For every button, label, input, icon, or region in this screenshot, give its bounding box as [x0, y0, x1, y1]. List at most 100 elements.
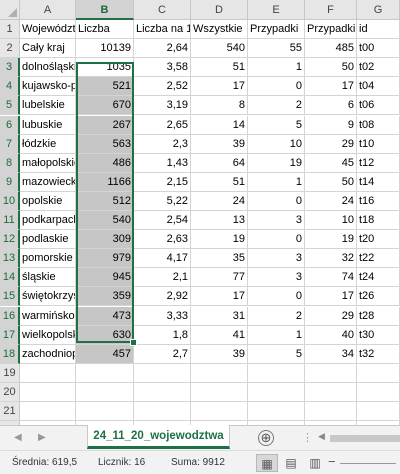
horizontal-scrollbar[interactable]: ◀ [316, 431, 400, 443]
cell-g20[interactable] [357, 383, 400, 402]
cell-d20[interactable] [191, 383, 248, 402]
cell-b11[interactable]: 540 [76, 211, 134, 230]
row-header-1[interactable]: 1 [0, 20, 20, 39]
row-header-8[interactable]: 8 [0, 154, 20, 173]
cell-f14[interactable]: 74 [305, 268, 357, 287]
cell-c11[interactable]: 2,54 [134, 211, 191, 230]
column-header-e[interactable]: E [248, 0, 305, 20]
cell-a7[interactable]: łódzkie [20, 135, 76, 154]
cell-e3[interactable]: 1 [248, 58, 305, 77]
page-layout-view-icon[interactable]: ▤ [280, 454, 302, 472]
cell-g10[interactable]: t16 [357, 192, 400, 211]
cell-a21[interactable] [20, 402, 76, 421]
cell-b5[interactable]: 670 [76, 96, 134, 115]
cell-c10[interactable]: 5,22 [134, 192, 191, 211]
cell-e19[interactable] [248, 364, 305, 383]
cell-d8[interactable]: 64 [191, 154, 248, 173]
cell-d19[interactable] [191, 364, 248, 383]
row-header-2[interactable]: 2 [0, 39, 20, 58]
cell-b6[interactable]: 267 [76, 116, 134, 135]
cell-a1[interactable]: Województwo [20, 20, 76, 39]
cell-g3[interactable]: t02 [357, 58, 400, 77]
cell-b9[interactable]: 1166 [76, 173, 134, 192]
cell-f2[interactable]: 485 [305, 39, 357, 58]
cell-f11[interactable]: 10 [305, 211, 357, 230]
cell-c6[interactable]: 2,65 [134, 116, 191, 135]
sheet-tab-active[interactable]: 24_11_20_wojewodztwa [87, 425, 230, 449]
cell-e10[interactable]: 0 [248, 192, 305, 211]
cell-e5[interactable]: 2 [248, 96, 305, 115]
next-sheet-icon[interactable]: ▶ [38, 432, 46, 443]
cell-d9[interactable]: 51 [191, 173, 248, 192]
cell-e8[interactable]: 19 [248, 154, 305, 173]
row-header-16[interactable]: 16 [0, 307, 20, 326]
cell-c12[interactable]: 2,63 [134, 230, 191, 249]
cell-a20[interactable] [20, 383, 76, 402]
cell-f12[interactable]: 19 [305, 230, 357, 249]
cell-c15[interactable]: 2,92 [134, 287, 191, 306]
cell-d16[interactable]: 31 [191, 307, 248, 326]
row-header-10[interactable]: 10 [0, 192, 20, 211]
row-header-13[interactable]: 13 [0, 249, 20, 268]
spreadsheet-grid[interactable]: ABCDEFG1WojewództwoLiczbaLiczba na 10 ty… [0, 0, 400, 425]
cell-d10[interactable]: 24 [191, 192, 248, 211]
cell-e17[interactable]: 1 [248, 326, 305, 345]
cell-d1[interactable]: Wszystkie [191, 20, 248, 39]
cell-g12[interactable]: t20 [357, 230, 400, 249]
cell-f5[interactable]: 6 [305, 96, 357, 115]
row-header-4[interactable]: 4 [0, 77, 20, 96]
cell-e1[interactable]: Przypadki [248, 20, 305, 39]
cell-e13[interactable]: 3 [248, 249, 305, 268]
cell-g4[interactable]: t04 [357, 77, 400, 96]
cell-e2[interactable]: 55 [248, 39, 305, 58]
cell-c1[interactable]: Liczba na 10 tys. [134, 20, 191, 39]
tab-split-handle-icon[interactable]: ⋮ [302, 431, 313, 444]
column-header-d[interactable]: D [191, 0, 248, 20]
row-header-21[interactable]: 21 [0, 402, 20, 421]
cell-b15[interactable]: 359 [76, 287, 134, 306]
cell-c7[interactable]: 2,3 [134, 135, 191, 154]
cell-a6[interactable]: lubuskie [20, 116, 76, 135]
cell-a13[interactable]: pomorskie [20, 249, 76, 268]
cell-c20[interactable] [134, 383, 191, 402]
cell-f16[interactable]: 29 [305, 307, 357, 326]
select-all-corner[interactable] [0, 0, 20, 20]
cell-a14[interactable]: śląskie [20, 268, 76, 287]
cell-e20[interactable] [248, 383, 305, 402]
row-header-12[interactable]: 12 [0, 230, 20, 249]
cell-c13[interactable]: 4,17 [134, 249, 191, 268]
cell-c21[interactable] [134, 402, 191, 421]
cell-e11[interactable]: 3 [248, 211, 305, 230]
cell-c2[interactable]: 2,64 [134, 39, 191, 58]
cell-f19[interactable] [305, 364, 357, 383]
cell-b21[interactable] [76, 402, 134, 421]
cell-d12[interactable]: 19 [191, 230, 248, 249]
cell-a15[interactable]: świętokrzyskie [20, 287, 76, 306]
column-header-c[interactable]: C [134, 0, 191, 20]
column-header-a[interactable]: A [20, 0, 76, 20]
cell-d15[interactable]: 17 [191, 287, 248, 306]
page-break-preview-icon[interactable]: ▥ [304, 454, 326, 472]
row-header-9[interactable]: 9 [0, 173, 20, 192]
cell-f8[interactable]: 45 [305, 154, 357, 173]
normal-view-icon[interactable]: ▦ [256, 454, 278, 472]
cell-f6[interactable]: 9 [305, 116, 357, 135]
cell-b4[interactable]: 521 [76, 77, 134, 96]
cell-g14[interactable]: t24 [357, 268, 400, 287]
cell-g15[interactable]: t26 [357, 287, 400, 306]
cell-d18[interactable]: 39 [191, 345, 248, 364]
cell-g16[interactable]: t28 [357, 307, 400, 326]
cell-c3[interactable]: 3,58 [134, 58, 191, 77]
fill-handle[interactable] [130, 339, 137, 346]
cell-d13[interactable]: 35 [191, 249, 248, 268]
cell-c16[interactable]: 3,33 [134, 307, 191, 326]
column-header-b[interactable]: B [76, 0, 134, 20]
cell-g1[interactable]: id [357, 20, 400, 39]
cell-d7[interactable]: 39 [191, 135, 248, 154]
cell-b1[interactable]: Liczba [76, 20, 134, 39]
cell-a17[interactable]: wielkopolskie [20, 326, 76, 345]
cell-a3[interactable]: dolnośląskie [20, 58, 76, 77]
cell-f10[interactable]: 24 [305, 192, 357, 211]
cell-e21[interactable] [248, 402, 305, 421]
cell-g5[interactable]: t06 [357, 96, 400, 115]
